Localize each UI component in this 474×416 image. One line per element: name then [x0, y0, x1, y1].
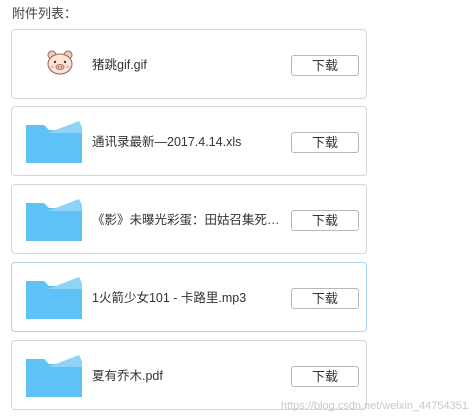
attachment-item: 通讯录最新—2017.4.14.xls 下载	[11, 106, 367, 176]
download-button[interactable]: 下载	[291, 55, 359, 76]
folder-icon	[24, 353, 84, 399]
file-name: 夏有乔木.pdf	[92, 369, 163, 383]
folder-icon	[24, 119, 84, 165]
watermark: https://blog.csdn.net/weixin_44754351	[280, 400, 468, 412]
download-button[interactable]: 下载	[291, 132, 359, 153]
download-button[interactable]: 下载	[291, 210, 359, 231]
file-name: 通讯录最新—2017.4.14.xls	[92, 135, 242, 149]
download-button[interactable]: 下载	[291, 288, 359, 309]
file-name: 1火箭少女101 - 卡路里.mp3	[92, 291, 247, 305]
file-name: 《影》未曝光彩蛋：田姑召集死士画面...	[92, 213, 292, 227]
attachment-list-page: 附件列表： 猪跳gif.gif 下载 通讯录最新—2017.4.14.xls 下…	[0, 0, 474, 416]
section-title: 附件列表：	[12, 6, 78, 21]
pig-gif-icon	[24, 42, 84, 88]
folder-icon	[24, 197, 84, 243]
folder-icon	[24, 275, 84, 321]
download-button[interactable]: 下载	[291, 366, 359, 387]
attachment-item: 《影》未曝光彩蛋：田姑召集死士画面... 下载	[11, 184, 367, 254]
file-name: 猪跳gif.gif	[92, 58, 147, 72]
attachment-item: 1火箭少女101 - 卡路里.mp3 下载	[11, 262, 367, 332]
attachment-item: 猪跳gif.gif 下载	[11, 29, 367, 99]
